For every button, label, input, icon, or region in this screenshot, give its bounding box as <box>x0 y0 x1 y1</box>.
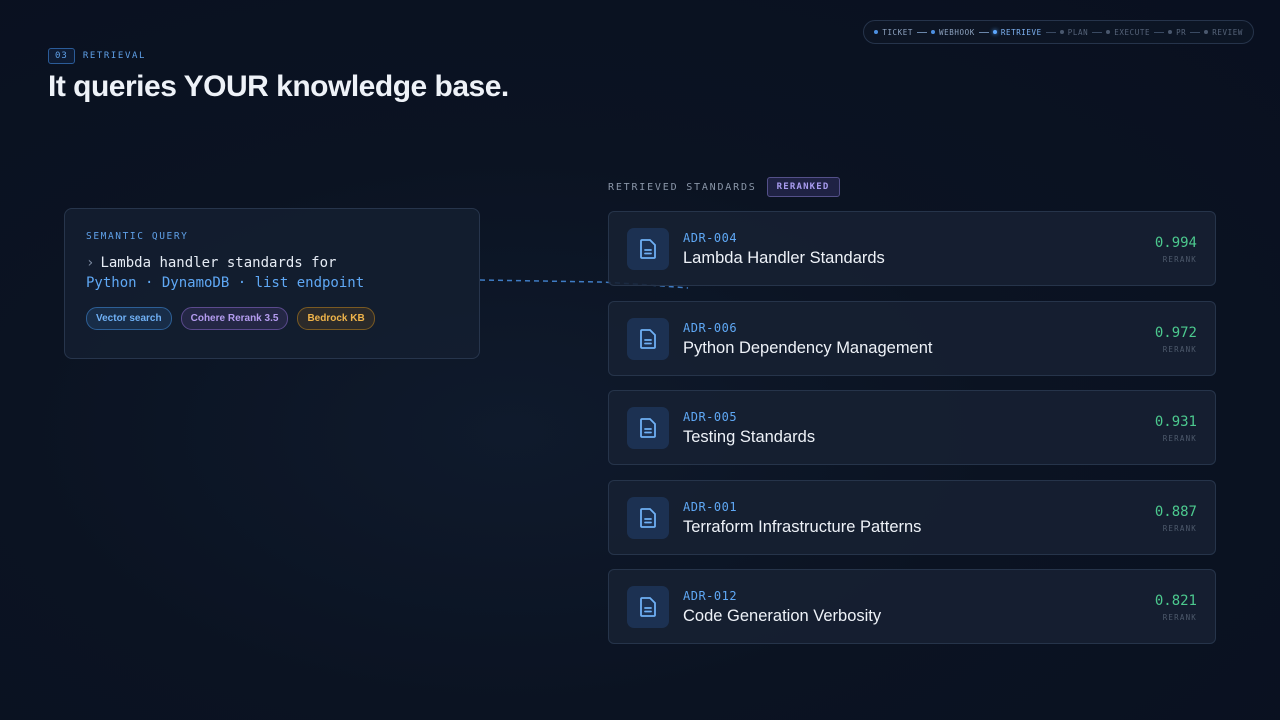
pipeline-step-plan: PLAN <box>1059 27 1089 37</box>
pipeline-stepper: TICKET WEBHOOK RETRIEVE PLAN EXECUTE PR … <box>863 20 1254 44</box>
result-card-adr-004[interactable]: ADR-004 Lambda Handler Standards 0.994 R… <box>608 211 1216 286</box>
page-title: It queries YOUR knowledge base. <box>48 70 509 103</box>
results-list: ADR-004 Lambda Handler Standards 0.994 R… <box>608 211 1216 659</box>
rerank-score: 0.994 <box>1154 235 1197 251</box>
document-icon <box>627 228 669 270</box>
pipeline-connector <box>1190 31 1201 33</box>
chip-vector-search: Vector search <box>86 307 172 330</box>
results-label: RETRIEVED STANDARDS <box>608 181 757 193</box>
step-dot-icon <box>1059 30 1064 34</box>
rerank-label: RERANK <box>1162 523 1197 533</box>
query-label: SEMANTIC QUERY <box>86 231 189 242</box>
section-label: RETRIEVAL <box>82 51 147 61</box>
query-text-line-1: › Lambda handler standards for <box>86 255 458 271</box>
step-dot-icon <box>1168 30 1173 34</box>
adr-title: Terraform Infrastructure Patterns <box>683 517 922 536</box>
results-header: RETRIEVED STANDARDS RERANKED <box>608 177 840 197</box>
query-text-line-2: Python · DynamoDB · list endpoint <box>86 275 365 291</box>
rerank-score: 0.931 <box>1154 414 1197 430</box>
pipeline-step-label: PR <box>1176 27 1187 37</box>
pipeline-step-execute: EXECUTE <box>1106 28 1150 37</box>
pipeline-step-label: TICKET <box>882 27 914 37</box>
document-icon <box>627 407 669 449</box>
adr-id: ADR-005 <box>683 410 738 424</box>
result-card-adr-001[interactable]: ADR-001 Terraform Infrastructure Pattern… <box>608 479 1216 555</box>
section-tag: 03 RETRIEVAL <box>48 48 146 64</box>
rerank-label: RERANK <box>1162 434 1197 443</box>
pipeline-connector <box>1154 31 1165 33</box>
query-chips: Vector search Cohere Rerank 3.5 Bedrock … <box>86 307 458 330</box>
rerank-label: RERANK <box>1162 255 1197 264</box>
pipeline-step-label: WEBHOOK <box>939 27 975 37</box>
step-dot-icon <box>1106 30 1111 34</box>
adr-title: Testing Standards <box>683 428 816 446</box>
step-dot-icon <box>992 30 997 34</box>
step-dot-icon <box>931 30 936 34</box>
result-card-adr-006[interactable]: ADR-006 Python Dependency Management 0.9… <box>608 300 1216 376</box>
result-card-adr-005[interactable]: ADR-005 Testing Standards 0.931 RERANK <box>608 390 1216 465</box>
document-icon <box>627 317 669 360</box>
pipeline-connector <box>978 31 989 33</box>
chip-cohere-rerank: Cohere Rerank 3.5 <box>180 307 289 330</box>
rerank-label: RERANK <box>1162 613 1197 622</box>
step-dot-icon <box>874 30 879 34</box>
document-icon <box>627 586 669 628</box>
adr-id: ADR-012 <box>683 589 738 603</box>
reranked-badge: RERANKED <box>766 177 840 197</box>
rerank-score: 0.972 <box>1154 324 1197 341</box>
rerank-score: 0.821 <box>1154 593 1197 609</box>
pipeline-connector <box>1092 31 1103 33</box>
rerank-score: 0.887 <box>1154 503 1197 520</box>
adr-id: ADR-006 <box>683 320 738 335</box>
pipeline-step-label: RETRIEVE <box>1000 27 1042 37</box>
pipeline-step-label: REVIEW <box>1212 27 1243 37</box>
step-dot-icon <box>1204 30 1209 34</box>
adr-title: Code Generation Verbosity <box>683 607 882 625</box>
pipeline-step-pr: PR <box>1168 28 1186 37</box>
chip-bedrock-kb: Bedrock KB <box>297 307 375 330</box>
pipeline-connector <box>1045 31 1056 33</box>
pipeline-step-label: PLAN <box>1067 27 1089 37</box>
query-text: Lambda handler standards for <box>100 255 337 271</box>
adr-id: ADR-001 <box>683 499 738 514</box>
document-icon <box>627 496 669 539</box>
pipeline-connector <box>917 31 928 33</box>
prompt-chevron-icon: › <box>86 255 95 271</box>
rerank-label: RERANK <box>1162 344 1197 354</box>
adr-title: Lambda Handler Standards <box>683 249 885 267</box>
section-number: 03 <box>48 48 75 64</box>
semantic-query-card: SEMANTIC QUERY › Lambda handler standards… <box>64 208 480 359</box>
adr-id: ADR-004 <box>683 231 738 245</box>
pipeline-step-retrieve: RETRIEVE <box>992 27 1042 37</box>
pipeline-step-webhook: WEBHOOK <box>931 28 975 37</box>
pipeline-step-ticket: TICKET <box>874 28 913 37</box>
adr-title: Python Dependency Management <box>683 338 933 357</box>
result-card-adr-012[interactable]: ADR-012 Code Generation Verbosity 0.821 … <box>608 569 1216 644</box>
pipeline-step-label: EXECUTE <box>1114 27 1151 37</box>
pipeline-step-review: REVIEW <box>1204 28 1243 37</box>
